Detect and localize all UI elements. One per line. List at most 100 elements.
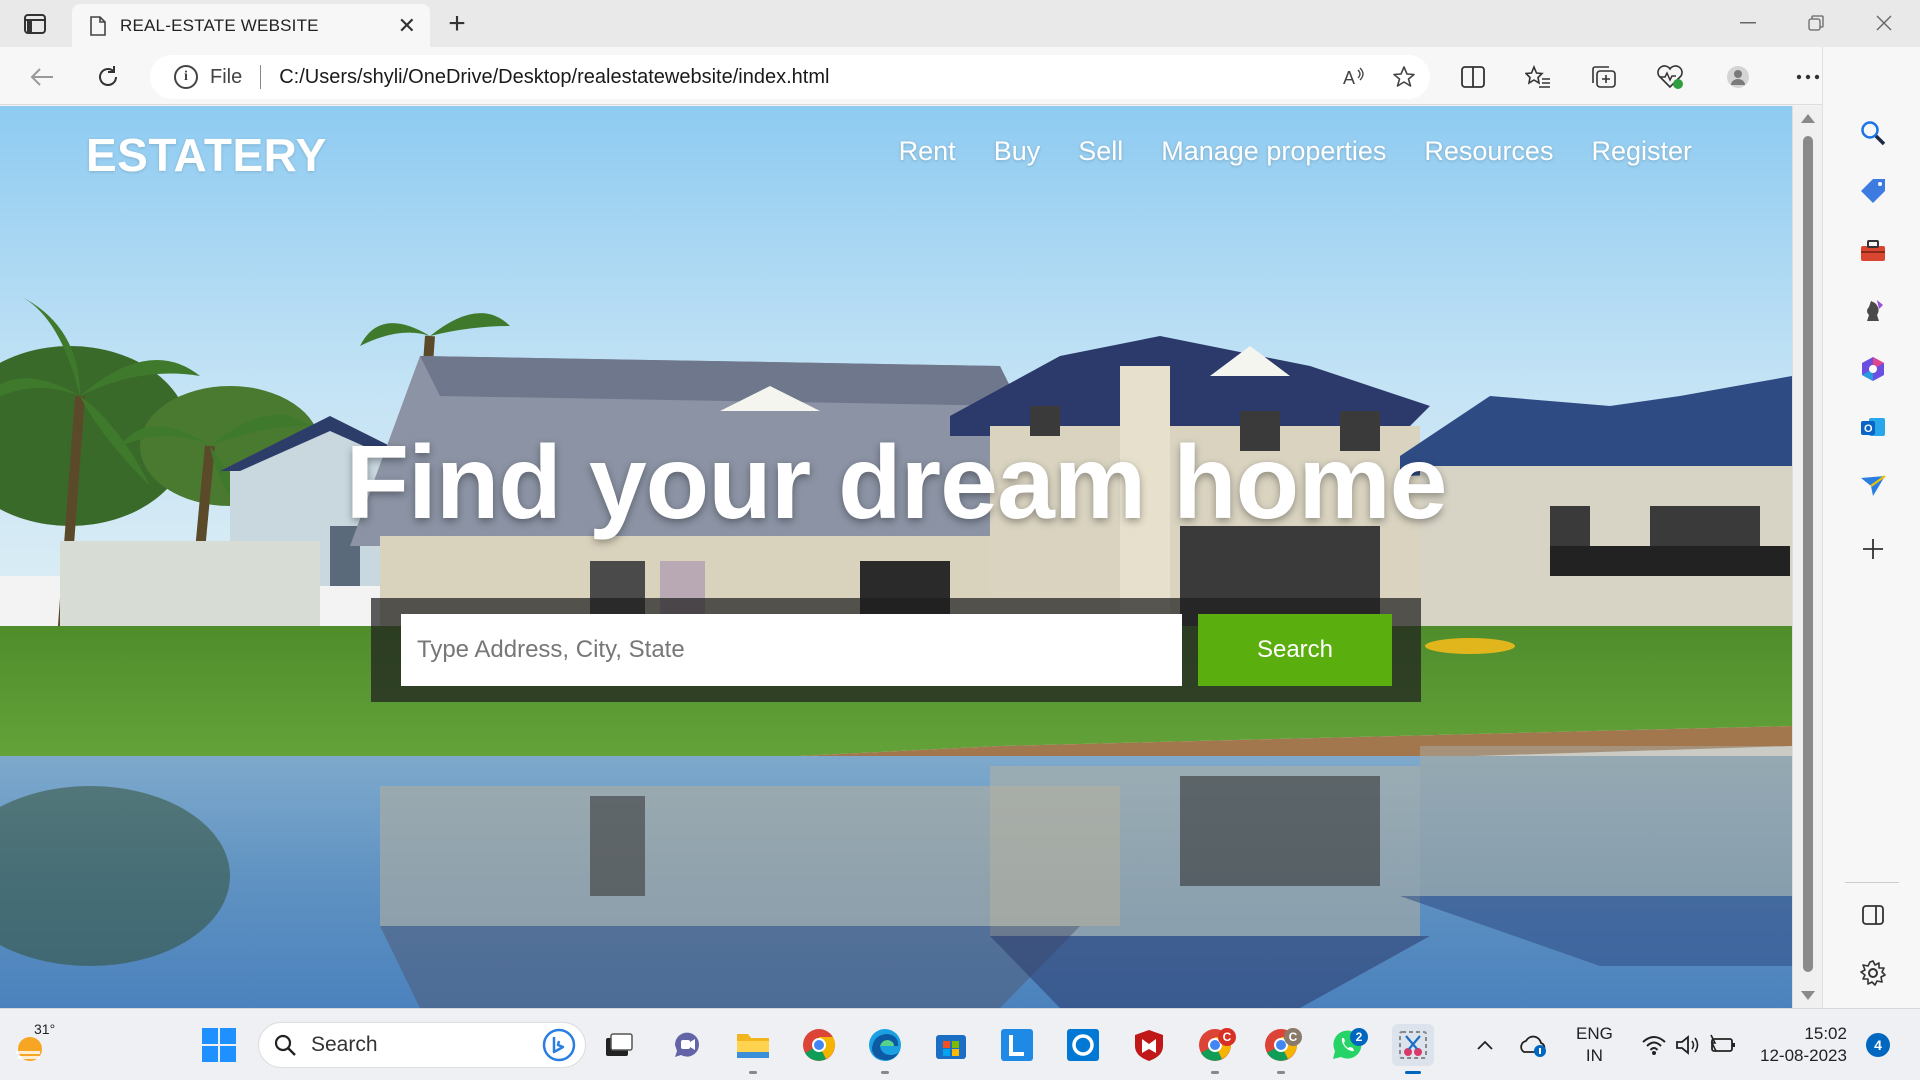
chrome-profile-2-button[interactable]: C: [1260, 1024, 1302, 1074]
battery-charging-icon: [1710, 1034, 1735, 1052]
address-bar[interactable]: i File C:/Users/shyli/OneDrive/Desktop/r…: [150, 55, 1430, 99]
browser-tab-active[interactable]: REAL-ESTATE WEBSITE ✕: [72, 4, 430, 47]
mcafee-button[interactable]: [1128, 1024, 1170, 1066]
whatsapp-button[interactable]: 2: [1326, 1024, 1368, 1066]
start-button[interactable]: [198, 1024, 240, 1066]
edge-browser-icon: [869, 1029, 901, 1061]
sidebar-games-button[interactable]: [1857, 295, 1889, 327]
l-app-button[interactable]: [996, 1024, 1038, 1066]
nav-manage-properties[interactable]: Manage properties: [1161, 136, 1386, 167]
favorites-button[interactable]: [1520, 59, 1556, 95]
restore-button[interactable]: [1788, 6, 1844, 40]
outlook-icon: O: [1861, 418, 1885, 436]
store-bag-icon: [936, 1035, 966, 1059]
favorite-star-icon[interactable]: [1388, 61, 1420, 93]
sidebar-outlook-button[interactable]: O: [1857, 411, 1889, 443]
browser-essentials-button[interactable]: [1652, 59, 1688, 95]
windows-taskbar: 31° Search C C 2 ENG IN 15:02 12-08-2023…: [0, 1008, 1920, 1080]
whatsapp-badge: 2: [1350, 1028, 1368, 1046]
refresh-icon: [99, 66, 117, 86]
split-screen-button[interactable]: [1455, 59, 1491, 95]
input-language[interactable]: ENG IN: [1576, 1023, 1613, 1067]
taskbar-search-box[interactable]: Search: [258, 1022, 586, 1068]
chrome-profile-1-badge: C: [1218, 1028, 1236, 1046]
close-icon: [1876, 15, 1892, 31]
nav-sell[interactable]: Sell: [1078, 136, 1123, 167]
refresh-button[interactable]: [90, 59, 126, 95]
sidebar-m365-button[interactable]: [1857, 353, 1889, 385]
nav-buy[interactable]: Buy: [994, 136, 1041, 167]
nav-register[interactable]: Register: [1591, 136, 1692, 167]
settings-more-button[interactable]: [1790, 59, 1826, 95]
search-icon: [274, 1034, 296, 1056]
wifi-icon: [1642, 1036, 1666, 1055]
chrome-profile-2-badge: C: [1284, 1028, 1302, 1046]
chrome-button[interactable]: [798, 1024, 840, 1066]
sidebar-shopping-button[interactable]: [1857, 175, 1889, 207]
tab-close-icon[interactable]: ✕: [398, 13, 416, 39]
site-logo[interactable]: ESTATERY: [86, 128, 327, 182]
running-indicator: [1405, 1071, 1421, 1074]
search-button[interactable]: Search: [1198, 614, 1392, 686]
collections-button[interactable]: [1586, 59, 1622, 95]
folder-icon: [737, 1034, 769, 1058]
file-explorer-button[interactable]: [732, 1024, 774, 1074]
sidebar-search-button[interactable]: [1857, 117, 1889, 149]
address-url[interactable]: C:/Users/shyli/OneDrive/Desktop/realesta…: [279, 66, 829, 89]
onedrive-cloud-icon: [1520, 1035, 1546, 1057]
microsoft-365-icon: [1862, 357, 1884, 381]
show-hidden-icons-button[interactable]: [1470, 1024, 1500, 1066]
toolbox-icon: [1861, 240, 1885, 261]
nav-rent[interactable]: Rent: [899, 136, 956, 167]
snipping-tool-button[interactable]: [1392, 1024, 1434, 1074]
new-tab-button[interactable]: +: [440, 7, 474, 40]
back-button[interactable]: [24, 59, 60, 95]
sidebar-drop-button[interactable]: [1857, 469, 1889, 501]
task-view-button[interactable]: [598, 1024, 640, 1066]
gear-icon: [1860, 960, 1886, 986]
running-indicator: [1211, 1071, 1219, 1074]
onedrive-tray-button[interactable]: [1516, 1024, 1552, 1066]
hero-headline: Find your dream home: [345, 425, 1447, 541]
mcafee-shield-icon: [1135, 1030, 1163, 1061]
address-file-label: File: [210, 65, 243, 88]
scroll-down-arrow-icon[interactable]: [1801, 991, 1815, 1000]
nav-resources[interactable]: Resources: [1424, 136, 1553, 167]
sidebar-divider: [1845, 882, 1899, 883]
sidebar-settings-button[interactable]: [1857, 957, 1889, 989]
tab-title: REAL-ESTATE WEBSITE: [120, 15, 319, 35]
teams-chat-button[interactable]: [666, 1024, 708, 1066]
page-scrollbar[interactable]: [1792, 106, 1822, 1008]
scroll-thumb[interactable]: [1803, 136, 1813, 972]
weather-widget[interactable]: 31°: [12, 1021, 62, 1069]
l-app-icon: [1001, 1029, 1033, 1061]
tab-actions-button[interactable]: [18, 10, 52, 38]
chevron-up-icon: [1477, 1040, 1493, 1050]
chrome-icon: [803, 1029, 835, 1061]
page-icon: [90, 15, 106, 36]
site-info-icon[interactable]: i: [174, 65, 198, 89]
svg-text:O: O: [1864, 423, 1873, 435]
minimize-icon: [1740, 22, 1756, 24]
taskbar-clock[interactable]: 15:02 12-08-2023: [1760, 1023, 1847, 1067]
minimize-button[interactable]: [1720, 6, 1776, 40]
bing-search-icon: [542, 1028, 576, 1062]
chrome-profile-1-button[interactable]: C: [1194, 1024, 1236, 1074]
scroll-up-arrow-icon[interactable]: [1801, 114, 1815, 123]
sidebar-tools-button[interactable]: [1857, 235, 1889, 267]
taskbar-search-label: Search: [311, 1033, 378, 1056]
sidebar-add-button[interactable]: [1857, 533, 1889, 565]
close-window-button[interactable]: [1856, 6, 1912, 40]
quick-settings-button[interactable]: [1632, 1024, 1746, 1066]
read-aloud-icon[interactable]: A: [1338, 61, 1370, 93]
cortana-button[interactable]: [1062, 1024, 1104, 1066]
microsoft-store-button[interactable]: [930, 1024, 972, 1066]
cortana-ring-icon: [1067, 1029, 1099, 1061]
address-search-input[interactable]: [401, 614, 1182, 686]
hide-sidebar-button[interactable]: [1857, 899, 1889, 931]
notification-badge[interactable]: 4: [1866, 1033, 1890, 1057]
profile-button[interactable]: [1720, 59, 1756, 95]
edge-button[interactable]: [864, 1024, 906, 1074]
task-view-icon: [606, 1033, 633, 1056]
snipping-tool-icon: [1399, 1031, 1427, 1059]
